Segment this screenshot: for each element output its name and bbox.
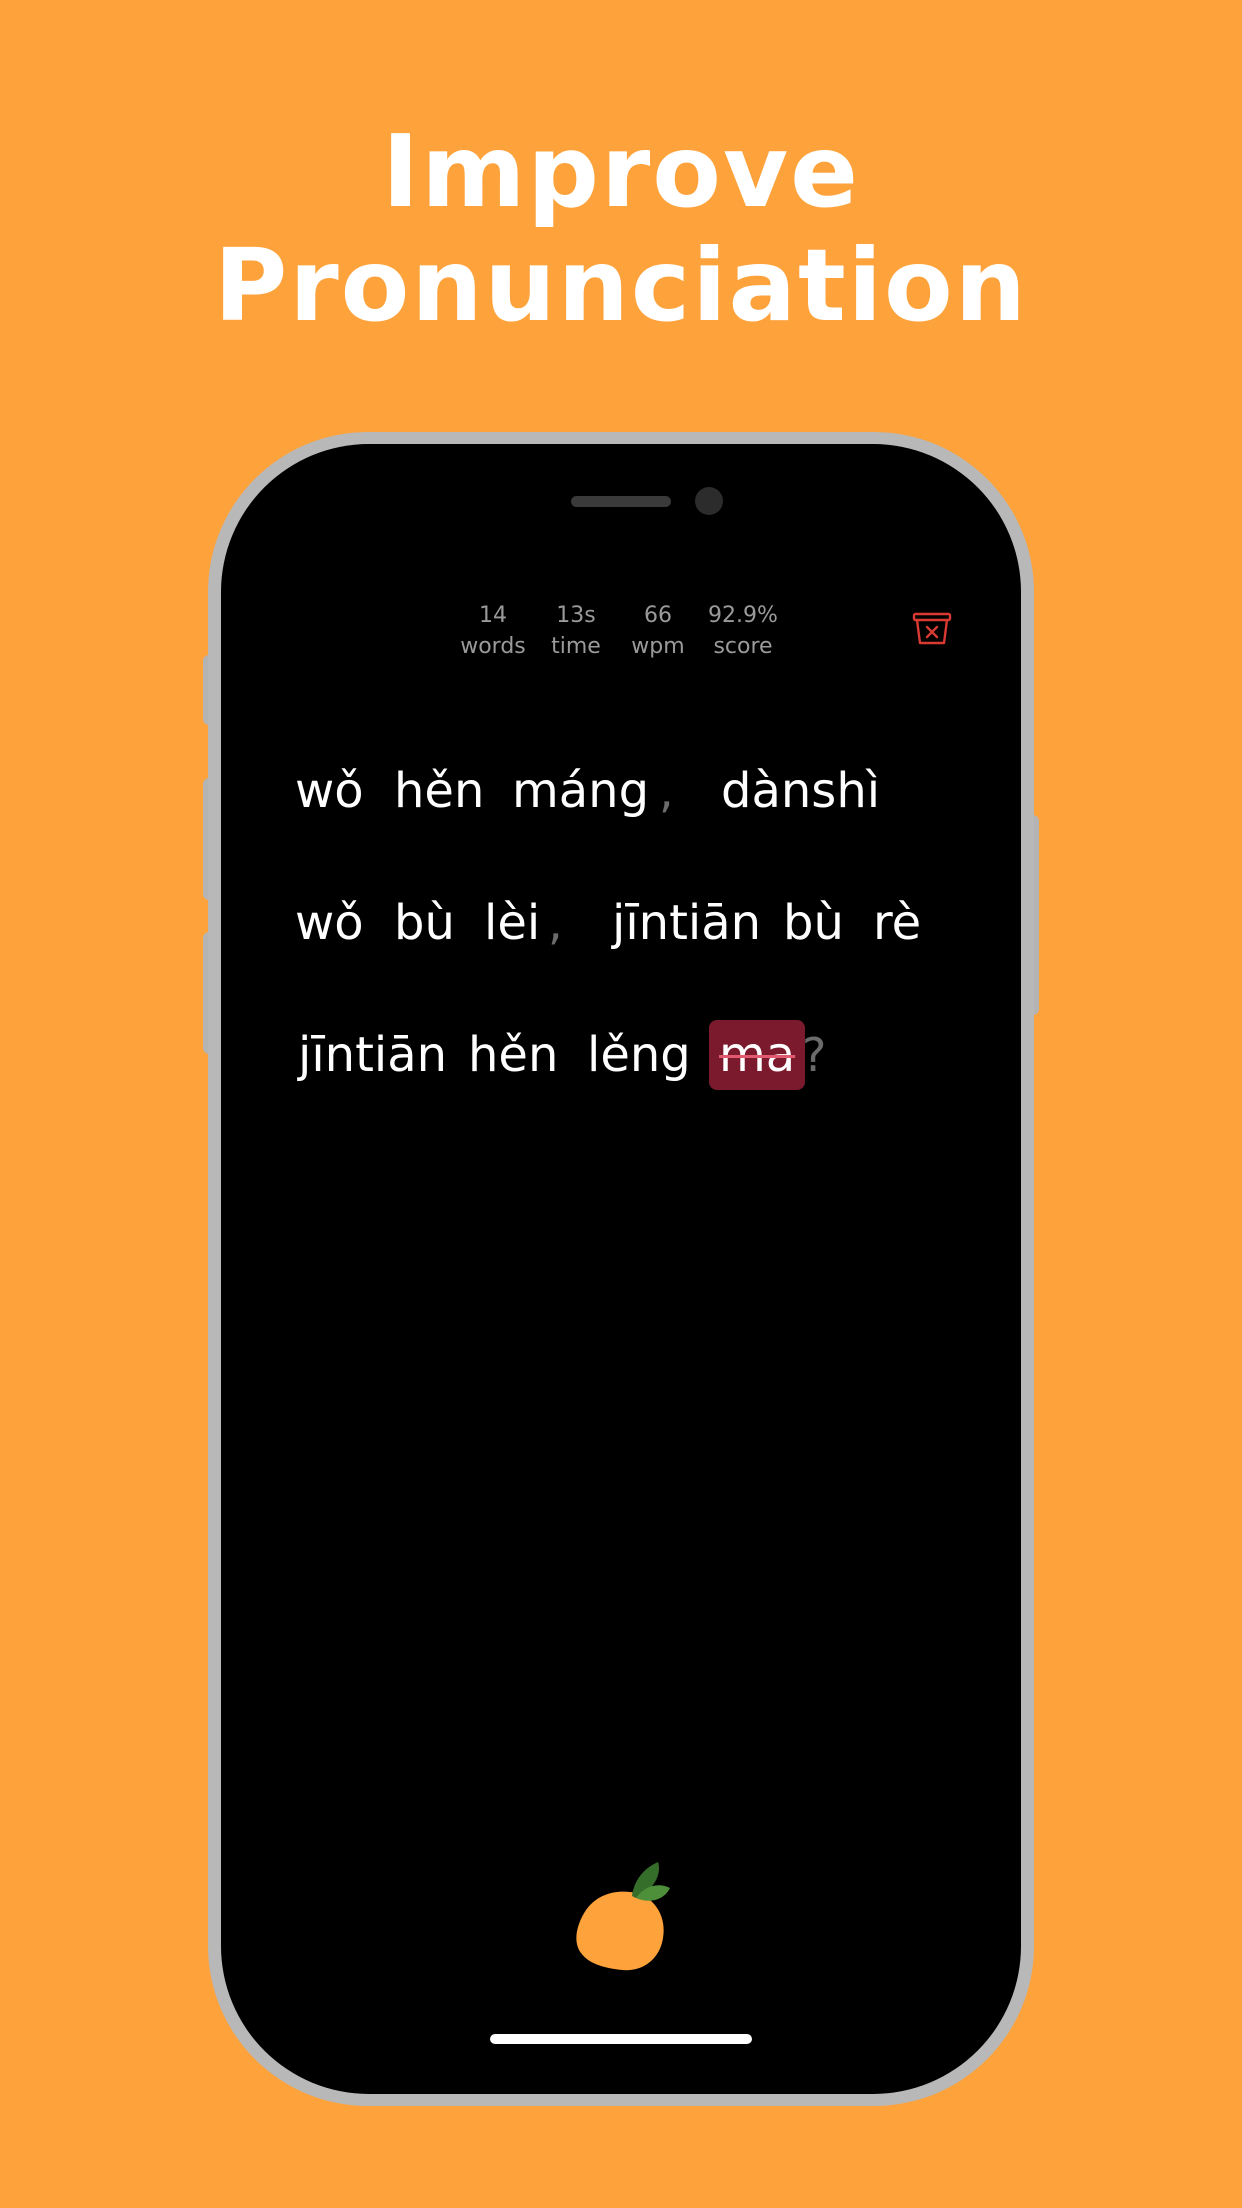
word[interactable]: wǒ: [295, 888, 364, 958]
word[interactable]: lěng: [587, 1020, 691, 1090]
trash-icon[interactable]: [912, 612, 952, 646]
word[interactable]: jīntiān: [298, 1020, 447, 1090]
orange-fruit-icon: [576, 1862, 670, 1971]
word[interactable]: jīntiān: [612, 888, 761, 958]
phone-screen: 14 words 13s time 66 wpm 92.9% score wǒ …: [221, 444, 1021, 2094]
stat-score-label: score: [713, 634, 773, 659]
phone-speaker: [571, 496, 671, 507]
word[interactable]: bù: [394, 888, 455, 958]
word[interactable]: dànshì: [721, 756, 880, 826]
word[interactable]: bù: [783, 888, 844, 958]
word[interactable]: máng: [512, 756, 649, 826]
stat-score: 92.9% score: [683, 600, 803, 662]
word[interactable]: lèi: [484, 888, 540, 958]
mispronounced-word[interactable]: ma: [709, 1020, 806, 1090]
stat-score-value: 92.9%: [708, 603, 778, 628]
headline-line-1: Improve: [381, 113, 860, 230]
word[interactable]: hěn: [394, 756, 484, 826]
headline-line-2: Pronunciation: [214, 227, 1028, 344]
headline: Improve Pronunciation: [0, 115, 1242, 343]
home-indicator[interactable]: [490, 2034, 752, 2044]
punctuation: ,: [548, 896, 563, 950]
word[interactable]: rè: [873, 888, 921, 958]
punctuation: ,: [659, 764, 674, 818]
word[interactable]: wǒ: [295, 756, 364, 826]
word[interactable]: hěn: [468, 1020, 558, 1090]
punctuation: ?: [802, 1028, 827, 1082]
phone-camera: [695, 487, 723, 515]
